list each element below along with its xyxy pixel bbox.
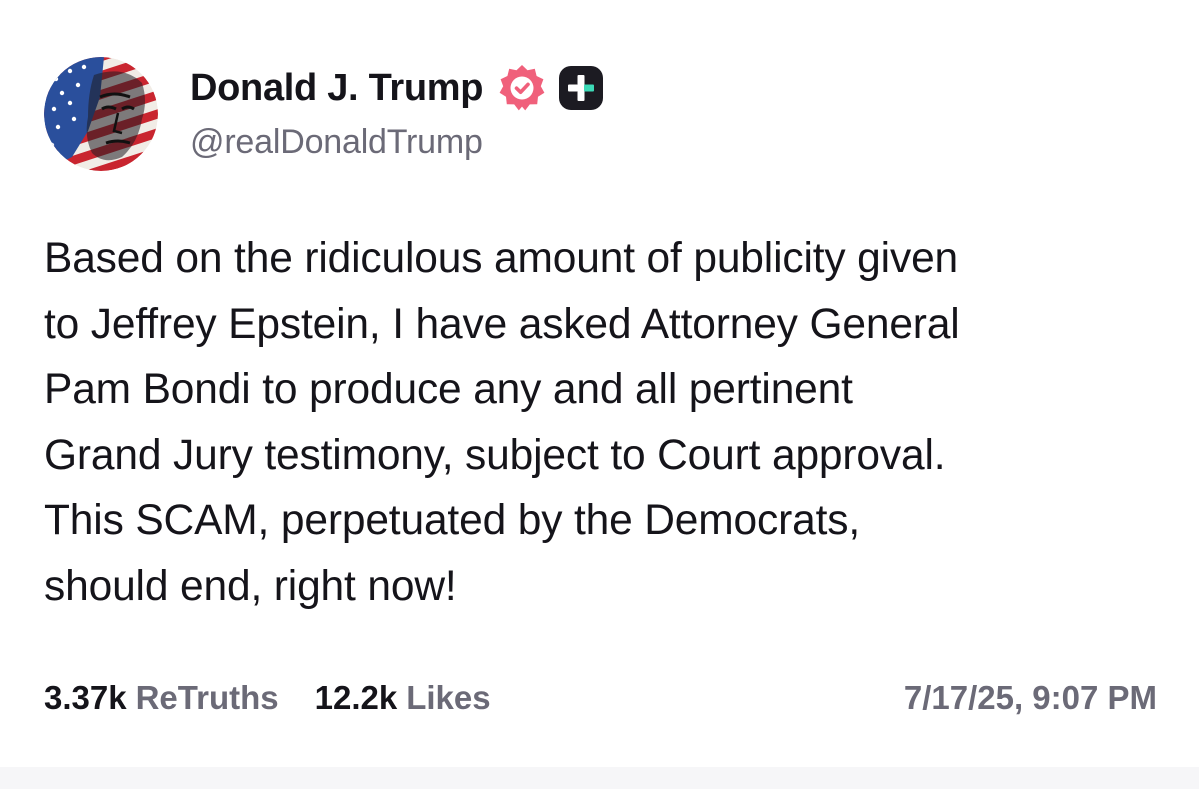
author-identity: Donald J. Trump @realDonaldTrump (190, 62, 604, 162)
post-footer: 3.37k ReTruths 12.2k Likes 7/17/25, 9:07… (44, 672, 1157, 724)
retruths-count: 3.37k (44, 679, 127, 716)
name-row: Donald J. Trump (190, 62, 604, 114)
retruths-stat[interactable]: 3.37k ReTruths (44, 679, 279, 717)
retruths-label: ReTruths (135, 679, 279, 716)
post-body-line: to Jeffrey Epstein, I have asked Attorne… (44, 300, 960, 348)
plus-badge-icon (559, 66, 604, 110)
truth-post: Donald J. Trump @realDonaldTrump Based o… (0, 0, 1199, 789)
post-body: Based on the ridiculous amount of public… (44, 226, 1174, 619)
post-body-line: This SCAM, perpetuated by the Democrats, (44, 497, 861, 544)
bottom-divider (0, 767, 1199, 789)
likes-stat[interactable]: 12.2k Likes (315, 679, 491, 717)
verified-badge-icon (499, 65, 545, 111)
post-body-line: Based on the ridiculous amount of public… (44, 235, 959, 282)
avatar[interactable] (44, 57, 158, 171)
likes-count: 12.2k (314, 679, 398, 716)
post-body-line: Grand Jury testimony, subject to Court a… (44, 431, 946, 479)
post-body-line: Pam Bondi to produce any and all pertine… (44, 366, 853, 413)
post-timestamp[interactable]: 7/17/25, 9:07 PM (904, 679, 1157, 717)
post-header: Donald J. Trump @realDonaldTrump (44, 57, 604, 171)
display-name[interactable]: Donald J. Trump (190, 67, 484, 110)
likes-label: Likes (406, 679, 491, 716)
user-handle[interactable]: @realDonaldTrump (190, 123, 604, 162)
post-body-line: should end, right now! (44, 562, 457, 610)
